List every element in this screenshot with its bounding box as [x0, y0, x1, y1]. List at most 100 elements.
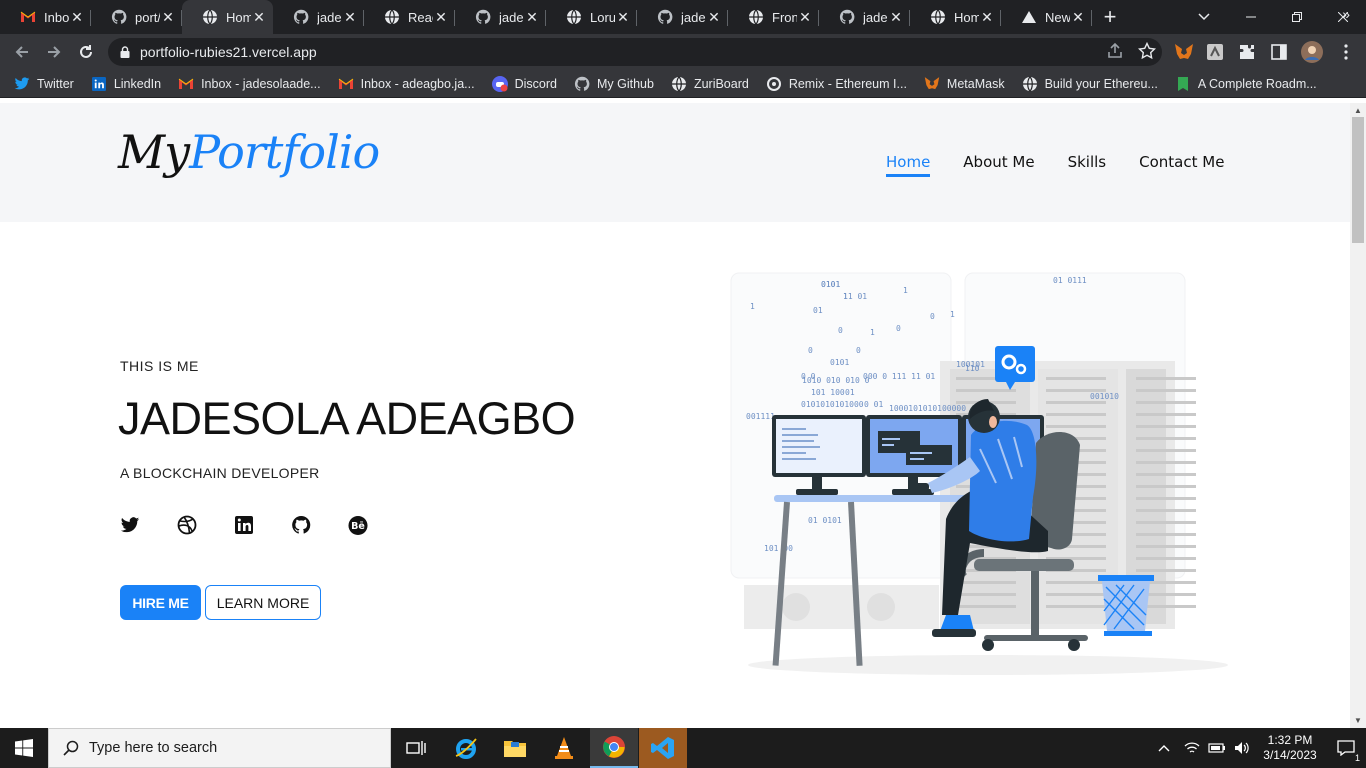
- hire-me-button[interactable]: HIRE ME: [120, 585, 201, 620]
- share-icon[interactable]: [1106, 42, 1124, 60]
- site-header: MyPortfolio Home About Me Skills Contact Me: [0, 103, 1350, 222]
- dribbble-icon[interactable]: [177, 515, 197, 535]
- browser-tab[interactable]: Hom ✕: [182, 0, 273, 34]
- github-icon[interactable]: [291, 515, 311, 535]
- close-tab-icon[interactable]: ✕: [524, 9, 540, 25]
- bookmarks-overflow-button[interactable]: »: [1342, 6, 1350, 22]
- remix-icon: [766, 76, 782, 92]
- profile-avatar[interactable]: [1300, 40, 1324, 64]
- file-explorer-icon[interactable]: [491, 728, 539, 768]
- side-panel-icon[interactable]: [1267, 40, 1291, 64]
- bookmark-item[interactable]: A Complete Roadm...: [1175, 76, 1317, 92]
- bookmark-item[interactable]: Twitter: [14, 76, 74, 92]
- bookmark-item[interactable]: Remix - Ethereum I...: [766, 76, 907, 92]
- linkedin-icon[interactable]: [234, 515, 254, 535]
- close-tab-icon[interactable]: ✕: [1070, 9, 1086, 25]
- close-tab-icon[interactable]: ✕: [251, 9, 267, 25]
- close-tab-icon[interactable]: ✕: [160, 9, 176, 25]
- twitter-icon[interactable]: [120, 515, 140, 535]
- browser-tab[interactable]: jades✕: [637, 0, 728, 34]
- site-logo[interactable]: MyPortfolio: [118, 125, 380, 179]
- browser-tab[interactable]: Loruk✕: [546, 0, 637, 34]
- server-rack-slot: [1136, 401, 1196, 404]
- puzzle-extensions-icon[interactable]: [1235, 40, 1259, 64]
- learn-more-button[interactable]: LEARN MORE: [205, 585, 321, 620]
- tab-search-icon[interactable]: [1186, 0, 1222, 34]
- wifi-icon[interactable]: [1184, 741, 1200, 755]
- gmail-icon: [338, 76, 354, 92]
- server-rack-slot: [1046, 401, 1106, 404]
- bookmark-item[interactable]: My Github: [574, 76, 654, 92]
- new-tab-button[interactable]: +: [1092, 0, 1128, 34]
- task-view-icon[interactable]: [392, 728, 440, 768]
- browser-tab[interactable]: port/✕: [91, 0, 182, 34]
- vlc-icon[interactable]: [540, 728, 588, 768]
- bookmark-item[interactable]: Build your Ethereu...: [1022, 76, 1158, 92]
- binary-digit: 1: [750, 302, 755, 311]
- metamask-extension-icon[interactable]: [1172, 40, 1196, 64]
- bookmark-star-icon[interactable]: [1138, 42, 1156, 60]
- internet-explorer-icon[interactable]: [442, 728, 490, 768]
- browser-tab[interactable]: Hom ✕: [910, 0, 1001, 34]
- nav-link-home[interactable]: Home: [886, 153, 931, 177]
- restore-button[interactable]: [1274, 0, 1320, 34]
- scroll-down-arrow-icon[interactable]: ▼: [1354, 716, 1362, 725]
- back-arrow-icon[interactable]: [6, 36, 38, 68]
- browser-tab[interactable]: New ✕: [1001, 0, 1092, 34]
- behance-icon[interactable]: Bē: [348, 515, 368, 535]
- developer-illustration: 01011101100 1 00 0101010 01010 010 010 0000…: [730, 272, 1228, 675]
- close-tab-icon[interactable]: ✕: [69, 9, 85, 25]
- address-bar[interactable]: portfolio-rubies21.vercel.app: [108, 38, 1162, 66]
- taskbar-search-box[interactable]: Type here to search: [48, 728, 391, 768]
- binary-digit: 0: [896, 324, 901, 333]
- scrollbar-thumb[interactable]: [1352, 117, 1364, 243]
- bookmark-item[interactable]: MetaMask: [924, 76, 1005, 92]
- nav-link-about-me[interactable]: About Me: [963, 153, 1034, 177]
- page-scrollbar[interactable]: ▲ ▼: [1350, 103, 1366, 728]
- chrome-taskbar-icon[interactable]: [590, 728, 638, 768]
- close-tab-icon[interactable]: ✕: [433, 9, 449, 25]
- scroll-up-arrow-icon[interactable]: ▲: [1354, 106, 1362, 115]
- close-tab-icon[interactable]: ✕: [706, 9, 722, 25]
- vercel-icon: [1021, 9, 1037, 25]
- bookmark-item[interactable]: ZuriBoard: [671, 76, 749, 92]
- binary-digit: 000 0 111 11 01: [863, 372, 935, 381]
- windows-start-icon[interactable]: [0, 728, 48, 768]
- tray-chevron-up-icon[interactable]: [1158, 744, 1170, 752]
- github-icon: [293, 9, 309, 25]
- taskbar-clock[interactable]: 1:32 PM 3/14/2023: [1254, 733, 1326, 763]
- close-tab-icon[interactable]: ✕: [615, 9, 631, 25]
- notification-center-icon[interactable]: 1: [1326, 728, 1366, 768]
- intro-name: JADESOLA ADEAGBO: [118, 393, 576, 444]
- nav-link-contact-me[interactable]: Contact Me: [1139, 153, 1224, 177]
- browser-tab[interactable]: jades✕: [819, 0, 910, 34]
- browser-tab[interactable]: Front✕: [728, 0, 819, 34]
- browser-tab[interactable]: Inbox✕: [0, 0, 91, 34]
- browser-tab[interactable]: jades✕: [273, 0, 364, 34]
- minimize-button[interactable]: [1228, 0, 1274, 34]
- vscode-icon[interactable]: [639, 728, 687, 768]
- reload-icon[interactable]: [70, 36, 102, 68]
- tab-title: jades: [317, 9, 342, 25]
- battery-icon[interactable]: [1208, 742, 1226, 754]
- forward-arrow-icon[interactable]: [38, 36, 70, 68]
- close-tab-icon[interactable]: ✕: [979, 9, 995, 25]
- browser-tab[interactable]: Reac✕: [364, 0, 455, 34]
- close-tab-icon[interactable]: ✕: [888, 9, 904, 25]
- binary-digit: 0101010101000: [801, 400, 864, 409]
- close-tab-icon[interactable]: ✕: [797, 9, 813, 25]
- clock-date: 3/14/2023: [1263, 748, 1317, 762]
- bookmark-item[interactable]: Inbox - jadesolaade...: [178, 76, 321, 92]
- volume-icon[interactable]: [1234, 741, 1250, 755]
- more-menu-icon[interactable]: [1334, 40, 1358, 64]
- bookmark-item[interactable]: Inbox - adeagbo.ja...: [338, 76, 475, 92]
- browser-tab[interactable]: jades✕: [455, 0, 546, 34]
- bookmark-item[interactable]: Discord: [491, 75, 557, 92]
- extension-icon[interactable]: [1203, 40, 1227, 64]
- close-tab-icon[interactable]: ✕: [342, 9, 358, 25]
- bookmark-label: Build your Ethereu...: [1044, 76, 1158, 91]
- server-rack-slot: [1136, 449, 1196, 452]
- bookmark-item[interactable]: LinkedIn: [91, 76, 161, 92]
- nav-link-skills[interactable]: Skills: [1068, 153, 1107, 177]
- gmail-icon: [20, 9, 36, 25]
